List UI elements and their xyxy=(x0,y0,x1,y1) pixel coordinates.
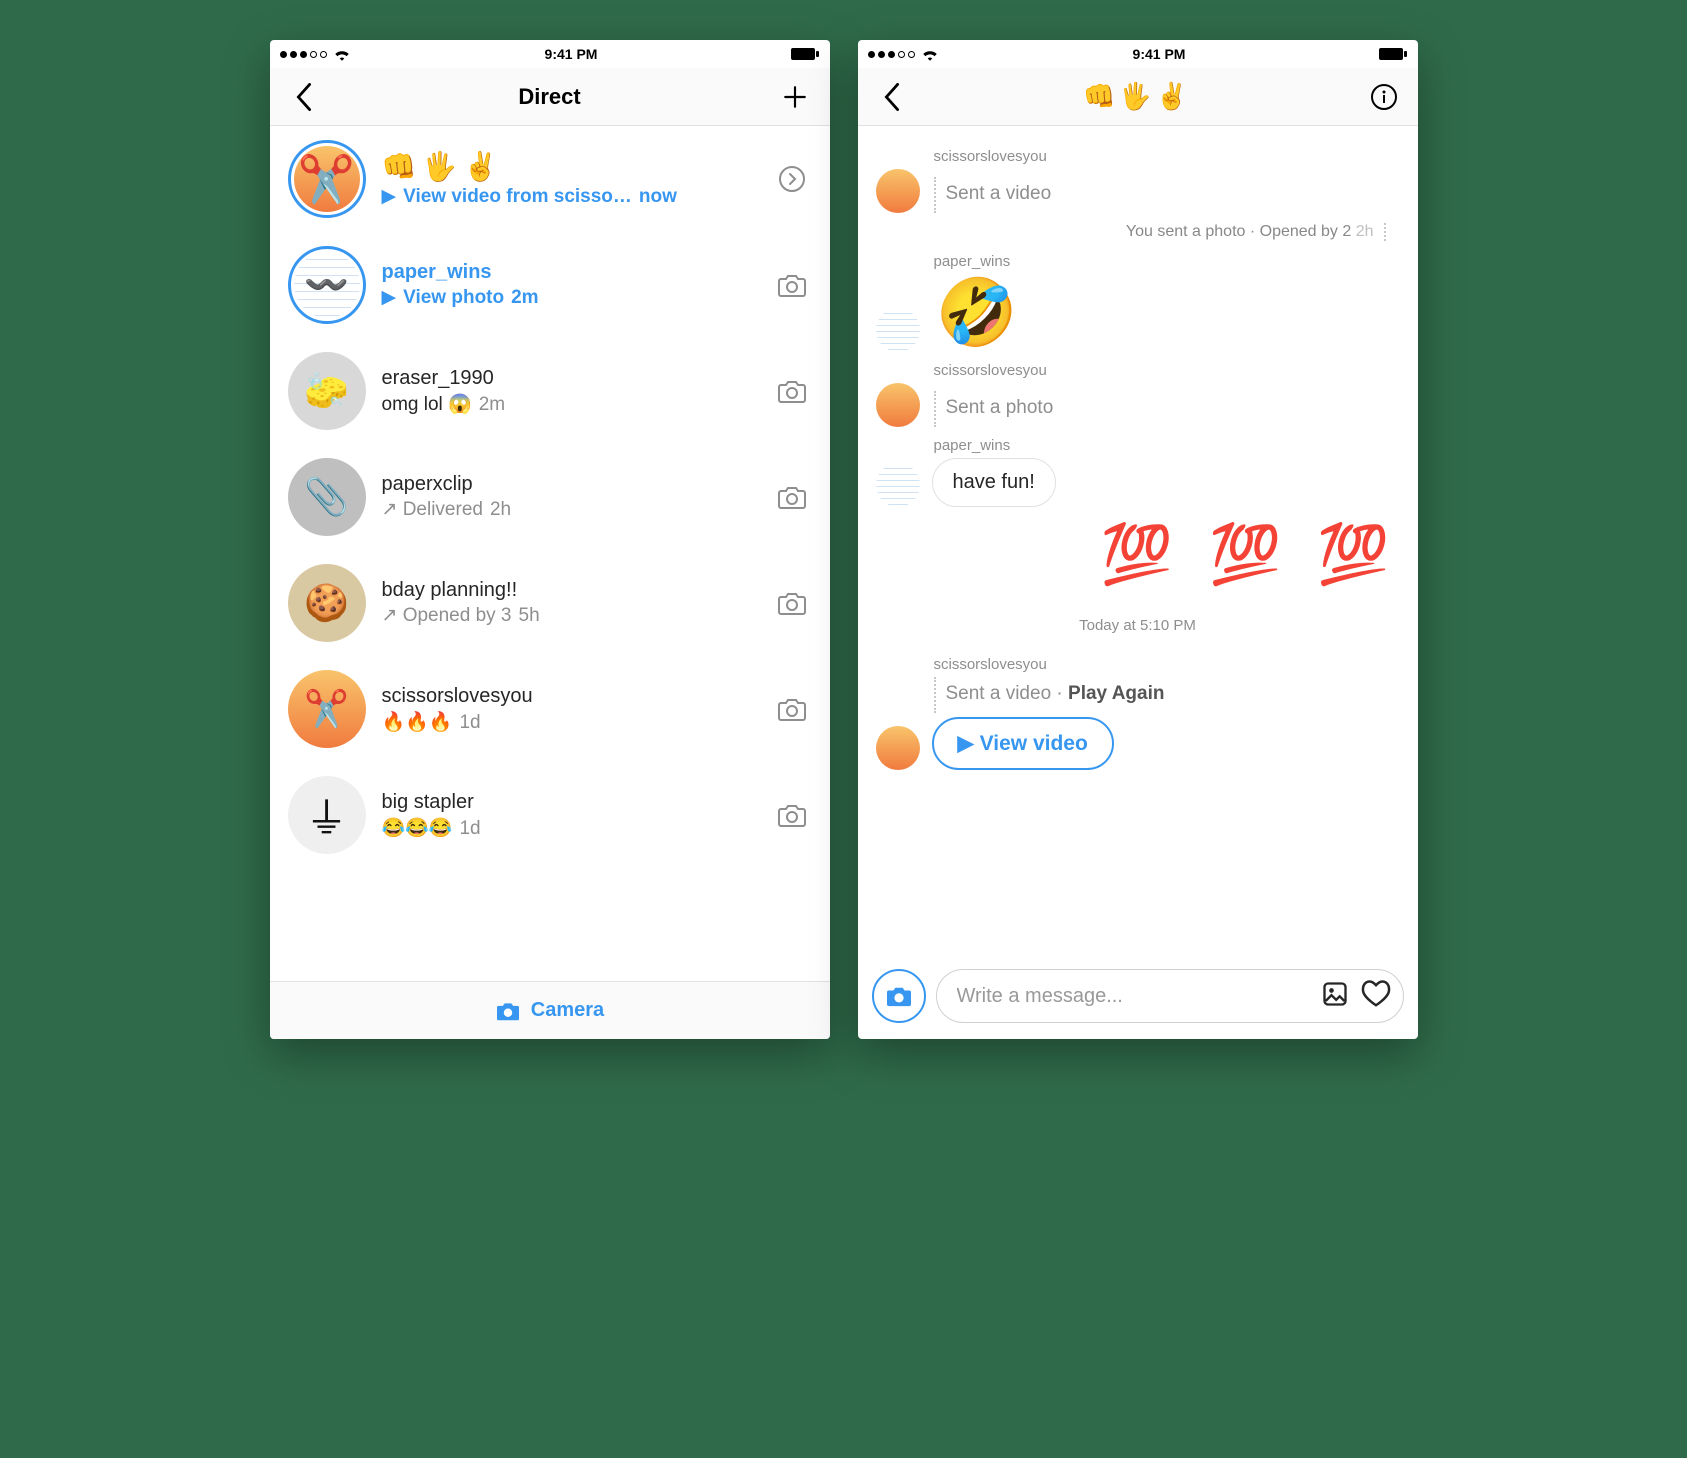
sent-receipt: You sent a photo · Opened by 2 2h xyxy=(876,223,1386,241)
conversation-title: 👊🖐✌️ xyxy=(1083,81,1192,112)
thread-row[interactable]: 〰️ paper_wins ▶View photo 2m xyxy=(270,232,830,338)
emoji-message-outgoing: 💯 💯 💯 xyxy=(876,521,1400,589)
thread-row[interactable]: ✂️ scissorslovesyou 🔥🔥🔥 1d xyxy=(270,656,830,762)
avatar xyxy=(876,383,920,427)
gallery-icon[interactable] xyxy=(1321,980,1349,1013)
status-bar: 9:41 PM xyxy=(270,40,830,68)
thread-time: now xyxy=(639,186,677,208)
view-video-button[interactable]: ▶ View video xyxy=(932,717,1114,770)
thread-subtitle: View photo xyxy=(403,287,504,309)
thread-row[interactable]: ✂️ 👊🖐✌️ ▶View video from scisso… now xyxy=(270,126,830,232)
emoji-message: 🤣 xyxy=(936,274,1018,352)
thread-name: paper_wins xyxy=(382,261,756,284)
avatar: 🍪 xyxy=(288,564,366,642)
thread-name: 👊🖐✌️ xyxy=(382,150,756,183)
avatar: 📎 xyxy=(288,458,366,536)
avatar: 〰️ xyxy=(288,246,366,324)
avatar: ⏚ xyxy=(288,776,366,854)
thread-row[interactable]: ⏚ big stapler 😂😂😂 1d xyxy=(270,762,830,868)
thread-row[interactable]: 🍪 bday planning!! ↗ Opened by 3 5h xyxy=(270,550,830,656)
thread-subtitle: 🔥🔥🔥 xyxy=(382,710,453,734)
disappearing-stub: Sent a photo xyxy=(946,391,1054,427)
avatar: ✂️ xyxy=(288,670,366,748)
thread-time: 1d xyxy=(459,818,480,840)
thread-time: 2m xyxy=(479,394,505,416)
navbar: 👊🖐✌️ xyxy=(858,68,1418,126)
back-button[interactable] xyxy=(874,79,910,115)
timestamp-divider: Today at 5:10 PM xyxy=(876,617,1400,634)
camera-icon[interactable] xyxy=(772,590,812,616)
conversation-screen: 9:41 PM 👊🖐✌️ scissorslovesyou Sent a vid… xyxy=(858,40,1418,1039)
battery-icon xyxy=(1379,47,1407,61)
camera-icon[interactable] xyxy=(772,802,812,828)
avatar xyxy=(876,308,920,352)
thread-row[interactable]: 📎 paperxclip ↗ Delivered 2h xyxy=(270,444,830,550)
thread-subtitle: ↗ Opened by 3 xyxy=(382,604,512,627)
avatar xyxy=(876,169,920,213)
camera-bottom-button[interactable]: Camera xyxy=(270,981,830,1039)
camera-icon[interactable] xyxy=(772,272,812,298)
sender-label: paper_wins xyxy=(934,437,1400,454)
compose-button[interactable] xyxy=(777,79,813,115)
thread-name: scissorslovesyou xyxy=(382,685,756,708)
signal-dots-icon xyxy=(868,51,915,58)
thread-name: paperxclip xyxy=(382,473,756,496)
heart-icon[interactable] xyxy=(1361,980,1391,1013)
thread-subtitle: ↗ Delivered xyxy=(382,498,483,521)
sender-label: scissorslovesyou xyxy=(934,362,1400,379)
disappearing-stub[interactable]: Sent a video · Play Again xyxy=(946,677,1165,713)
camera-shutter-button[interactable] xyxy=(872,969,926,1023)
sender-label: scissorslovesyou xyxy=(934,148,1400,165)
sender-label: paper_wins xyxy=(934,253,1400,270)
avatar xyxy=(876,726,920,770)
status-time: 9:41 PM xyxy=(1133,46,1186,62)
thread-row[interactable]: 🧽 eraser_1990 omg lol 😱 2m xyxy=(270,338,830,444)
avatar xyxy=(876,463,920,507)
thread-name: eraser_1990 xyxy=(382,367,756,390)
wifi-icon xyxy=(333,47,351,61)
avatar: ✂️ xyxy=(288,140,366,218)
disappearing-stub: Sent a video xyxy=(946,177,1052,213)
wifi-icon xyxy=(921,47,939,61)
chat-scroll[interactable]: scissorslovesyou Sent a video You sent a… xyxy=(858,126,1418,959)
camera-icon[interactable] xyxy=(772,378,812,404)
thread-name: bday planning!! xyxy=(382,579,756,602)
chevron-icon[interactable] xyxy=(772,165,812,193)
camera-button-label: Camera xyxy=(531,999,604,1022)
status-bar: 9:41 PM xyxy=(858,40,1418,68)
page-title: Direct xyxy=(518,84,580,110)
thread-subtitle: omg lol 😱 xyxy=(382,392,472,416)
message-bubble: have fun! xyxy=(932,458,1056,507)
status-time: 9:41 PM xyxy=(545,46,598,62)
avatar: 🧽 xyxy=(288,352,366,430)
thread-subtitle: 😂😂😂 xyxy=(382,816,453,840)
thread-time: 2h xyxy=(490,499,511,521)
compose-bar xyxy=(858,959,1418,1039)
battery-icon xyxy=(791,47,819,61)
thread-time: 5h xyxy=(519,605,540,627)
sender-label: scissorslovesyou xyxy=(934,656,1400,673)
thread-time: 1d xyxy=(459,712,480,734)
thread-subtitle: View video from scisso… xyxy=(403,186,632,208)
message-input[interactable] xyxy=(957,985,1309,1008)
camera-icon[interactable] xyxy=(772,696,812,722)
direct-inbox-screen: 9:41 PM Direct ✂️ 👊🖐✌️ ▶View video from … xyxy=(270,40,830,1039)
thread-time: 2m xyxy=(511,287,538,309)
navbar: Direct xyxy=(270,68,830,126)
signal-dots-icon xyxy=(280,51,327,58)
thread-list[interactable]: ✂️ 👊🖐✌️ ▶View video from scisso… now 〰️ … xyxy=(270,126,830,981)
thread-name: big stapler xyxy=(382,791,756,814)
info-button[interactable] xyxy=(1366,79,1402,115)
back-button[interactable] xyxy=(286,79,322,115)
camera-icon[interactable] xyxy=(772,484,812,510)
